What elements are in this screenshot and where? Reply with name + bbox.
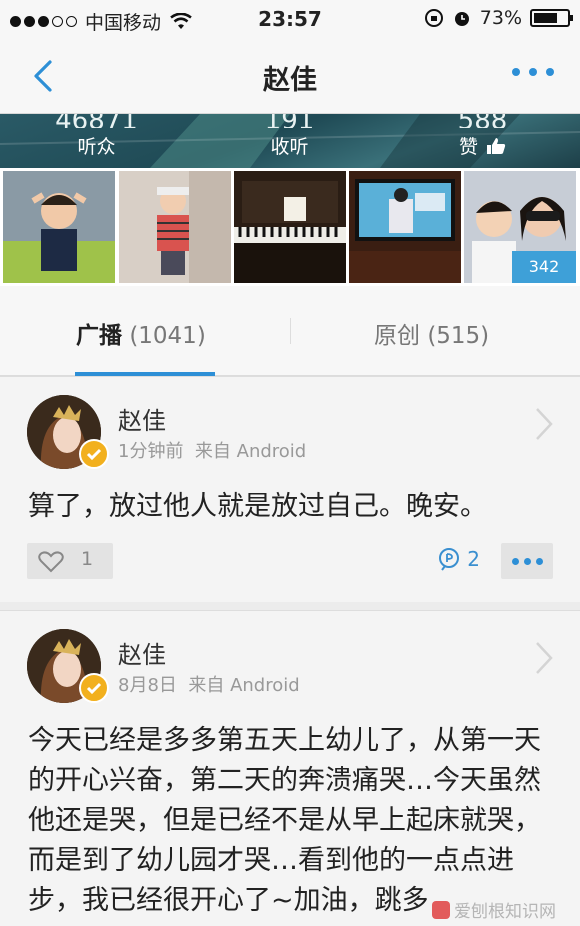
tab-divider [290,318,291,344]
tab-count: (515) [427,323,490,349]
stat-number: 191 [193,114,386,128]
post-meta: 1分钟前 来自 Android [118,437,306,463]
alarm-icon [454,12,469,26]
tab-original[interactable]: 原创 (515) [374,316,489,350]
photo-count-badge: 342 [512,251,576,283]
tab-bar: 广播 (1041) 原创 (515) [0,286,580,376]
battery-percent: 73% [479,7,522,29]
page-title: 赵佳 [263,65,317,96]
stat-number: 46871 [0,114,193,128]
stat-likes[interactable]: 588 赞 [386,114,579,159]
tab-label: 原创 [374,323,420,349]
stat-label: 赞 [386,132,579,159]
post-author[interactable]: 赵佳 [118,635,166,670]
comment-count: 2 [467,547,480,571]
post-text: 算了，放过他人就是放过自己。晚安。 [28,491,487,522]
like-count: 1 [81,548,94,570]
profile-stats-banner: 46871 听众 191 收听 588 赞 [0,114,580,168]
tab-label: 广播 [76,323,122,349]
photo-album-strip: 342 [0,168,580,286]
photo-thumbnail[interactable] [119,171,231,283]
tab-count: (1041) [129,323,206,349]
post-card[interactable]: 赵佳 8月8日 来自 Android 今天已经是多多第五天上幼儿了，从第一天的开… [0,610,580,926]
comment-icon [439,548,460,571]
chevron-right-icon[interactable] [534,641,554,675]
more-dots-icon[interactable] [501,543,553,579]
stat-listeners[interactable]: 46871 听众 [0,114,193,159]
post-source: 来自 Android [194,441,307,462]
stat-label: 收听 [270,136,309,158]
chevron-right-icon[interactable] [534,407,554,441]
post-source: 来自 Android [188,675,300,696]
verified-badge-icon [79,439,109,469]
stat-following[interactable]: 191 收听 [193,114,386,159]
navigation-bar: 赵佳 [0,38,580,114]
comment-button[interactable]: 2 [437,547,480,571]
post-author[interactable]: 赵佳 [118,401,166,436]
thumbs-up-icon [487,138,506,154]
stat-number: 588 [386,114,579,128]
post-card[interactable]: 赵佳 1分钟前 来自 Android 算了，放过他人就是放过自己。晚安。 1 2 [0,376,580,602]
watermark-logo-icon [432,900,450,919]
post-time: 1分钟前 [118,441,184,462]
more-dots-icon[interactable] [512,68,554,76]
photo-thumbnail[interactable]: 342 [464,171,576,283]
post-text: 今天已经是多多第五天上幼儿了，从第一天的开心兴奋，第二天的奔溃痛哭…今天虽然他还… [28,725,541,916]
verified-badge-icon [79,673,109,703]
photo-thumbnail[interactable] [3,171,115,283]
status-bar: 中国移动 23:57 73% [0,0,580,38]
rotation-lock-icon [424,9,443,27]
post-meta: 8月8日 来自 Android [118,671,300,697]
like-button[interactable]: 1 [27,543,113,579]
stat-label: 听众 [77,136,116,158]
heart-icon [38,551,64,573]
watermark: 爱刨根知识网 [432,897,556,922]
post-time: 8月8日 [118,675,177,696]
photo-thumbnail[interactable] [234,171,346,283]
photo-thumbnail[interactable] [349,171,461,283]
battery-icon [530,9,573,27]
tab-broadcast[interactable]: 广播 (1041) [76,316,206,350]
